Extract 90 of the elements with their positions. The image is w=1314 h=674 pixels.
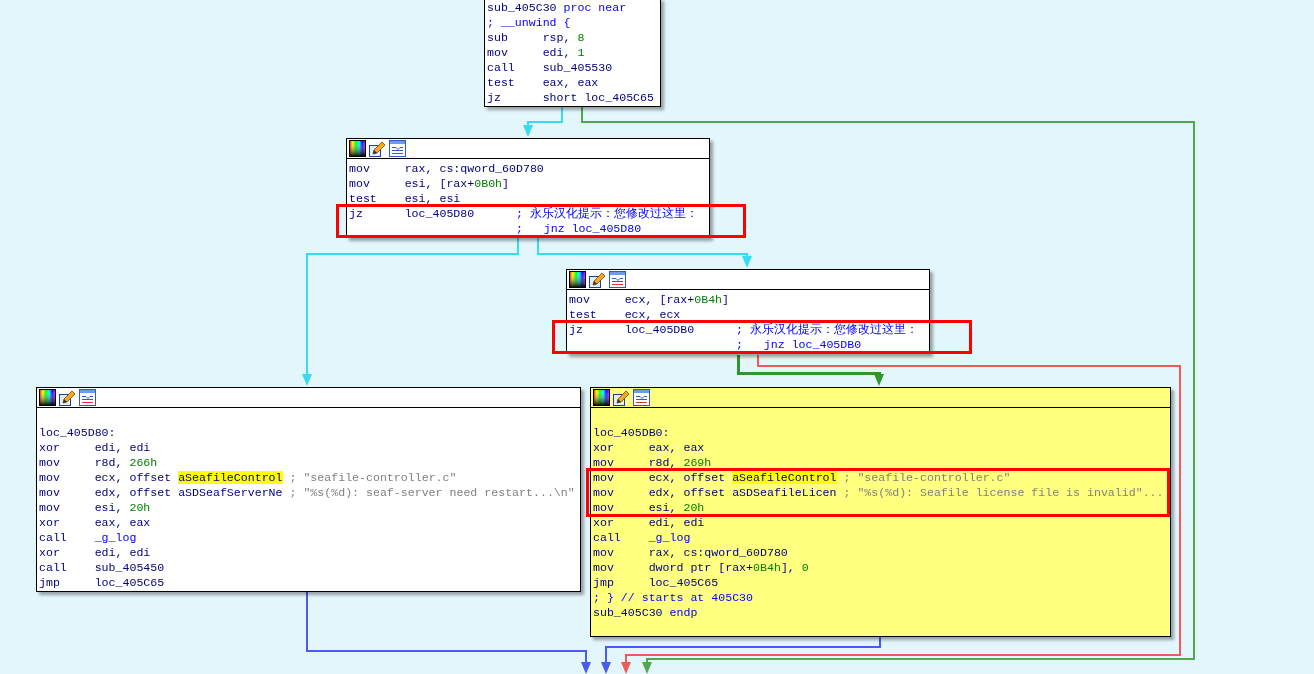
instruction-operands: eax, eax bbox=[542, 76, 599, 89]
color-gradient-icon[interactable] bbox=[593, 389, 610, 406]
color-gradient-icon[interactable] bbox=[569, 271, 586, 288]
instruction-mnemonic: mov bbox=[593, 486, 614, 499]
code-comment: ; jnz loc_405D80 bbox=[515, 221, 642, 236]
instruction-mnemonic: test bbox=[349, 192, 377, 205]
instruction-operands: edi, edi bbox=[648, 516, 705, 529]
instruction-mnemonic: jz bbox=[569, 323, 583, 336]
instruction-operands: loc_405C65 bbox=[94, 576, 165, 589]
instruction-mnemonic: call bbox=[39, 531, 67, 544]
instruction-operands: sub_405450 bbox=[94, 561, 165, 574]
instruction-operands: edx, offset aSDSeafileLicen bbox=[648, 486, 837, 499]
instruction-operands: rax, cs:qword_60D780 bbox=[648, 546, 788, 559]
instruction-operands: r8d, 266h bbox=[94, 456, 158, 469]
instruction-mnemonic: mov bbox=[569, 293, 590, 306]
instruction-mnemonic: mov bbox=[593, 471, 614, 484]
chart-window-icon[interactable] bbox=[79, 389, 96, 406]
code-comment: ; "seafile-controller.c" bbox=[289, 470, 457, 485]
instruction-mnemonic: xor bbox=[593, 516, 614, 529]
instruction-mnemonic: mov bbox=[39, 471, 60, 484]
instruction-mnemonic: mov bbox=[593, 456, 614, 469]
code-line: ; } // starts at 405C30 bbox=[593, 590, 754, 605]
instruction-mnemonic: mov bbox=[39, 486, 60, 499]
color-gradient-icon[interactable] bbox=[39, 389, 56, 406]
instruction-mnemonic: mov bbox=[39, 456, 60, 469]
chart-window-icon[interactable] bbox=[633, 389, 650, 406]
instruction-operands: r8d, 269h bbox=[648, 456, 712, 469]
instruction-operands: esi, 20h bbox=[94, 501, 151, 514]
instruction-mnemonic: xor bbox=[39, 441, 60, 454]
pencil-icon[interactable] bbox=[369, 140, 386, 157]
instruction-operands: eax, eax bbox=[648, 441, 705, 454]
instruction-mnemonic: jz bbox=[349, 207, 363, 220]
instruction-operands: ecx, offset aSeafileControl bbox=[94, 471, 283, 484]
instruction-mnemonic: jmp bbox=[593, 576, 614, 589]
instruction-operands: eax, eax bbox=[94, 516, 151, 529]
chart-window-icon[interactable] bbox=[389, 140, 406, 157]
instruction-mnemonic: mov bbox=[487, 46, 508, 59]
instruction-operands: loc_405D80 bbox=[404, 207, 475, 220]
instruction-operands: ecx, ecx bbox=[624, 308, 681, 321]
instruction-operands: esi, esi bbox=[404, 192, 461, 205]
instruction-mnemonic: call bbox=[593, 531, 621, 544]
instruction-operands: dword ptr [rax+0B4h], 0 bbox=[648, 561, 809, 574]
chart-window-icon[interactable] bbox=[609, 271, 626, 288]
color-gradient-icon[interactable] bbox=[349, 140, 366, 157]
instruction-mnemonic: mov bbox=[593, 546, 614, 559]
pencil-icon[interactable] bbox=[59, 389, 76, 406]
instruction-operands: esi, 20h bbox=[648, 501, 705, 514]
instruction-mnemonic: mov bbox=[349, 162, 370, 175]
code-comment: ; 永乐汉化提示：您修改过这里： bbox=[735, 322, 918, 337]
instruction-operands: rsp, 8 bbox=[542, 31, 585, 44]
instruction-mnemonic: jz bbox=[487, 91, 501, 104]
code-comment: ; 永乐汉化提示：您修改过这里： bbox=[515, 206, 698, 221]
instruction-operands: ecx, offset aSeafileControl bbox=[648, 471, 837, 484]
code-comment: ; jnz loc_405DB0 bbox=[735, 337, 862, 352]
instruction-mnemonic: test bbox=[487, 76, 515, 89]
instruction-mnemonic: call bbox=[487, 61, 515, 74]
code-comment: ; "%s(%d): Seafile license file is invalid"... bbox=[843, 485, 1164, 500]
instruction-operands: _g_log bbox=[94, 531, 137, 544]
instruction-operands: edi, edi bbox=[94, 441, 151, 454]
instruction-operands: rax, cs:qword_60D780 bbox=[404, 162, 544, 175]
instruction-operands: edx, offset aSDSeafServerNe bbox=[94, 486, 283, 499]
instruction-operands: short loc_405C65 bbox=[542, 91, 654, 104]
instruction-operands: loc_405C65 bbox=[648, 576, 719, 589]
instruction-operands: sub_405530 bbox=[542, 61, 613, 74]
instruction-operands: esi, [rax+0B0h] bbox=[404, 177, 510, 190]
instruction-mnemonic: sub bbox=[487, 31, 508, 44]
instruction-mnemonic: jmp bbox=[39, 576, 60, 589]
instruction-mnemonic: xor bbox=[39, 516, 60, 529]
code-line: loc_405D80: bbox=[39, 425, 116, 440]
pencil-icon[interactable] bbox=[613, 389, 630, 406]
instruction-operands: loc_405DB0 bbox=[624, 323, 695, 336]
instruction-mnemonic: xor bbox=[593, 441, 614, 454]
instruction-operands: ecx, [rax+0B4h] bbox=[624, 293, 730, 306]
pencil-icon[interactable] bbox=[589, 271, 606, 288]
code-line: sub_405C30 endp bbox=[593, 605, 698, 620]
code-line: ; __unwind { bbox=[487, 15, 571, 30]
instruction-operands: _g_log bbox=[648, 531, 691, 544]
instruction-mnemonic: mov bbox=[349, 177, 370, 190]
instruction-mnemonic: xor bbox=[39, 546, 60, 559]
instruction-operands: edi, edi bbox=[94, 546, 151, 559]
instruction-mnemonic: mov bbox=[593, 561, 614, 574]
instruction-mnemonic: mov bbox=[593, 501, 614, 514]
instruction-mnemonic: test bbox=[569, 308, 597, 321]
instruction-mnemonic: call bbox=[39, 561, 67, 574]
code-comment: ; "seafile-controller.c" bbox=[843, 470, 1011, 485]
code-line: loc_405DB0: bbox=[593, 425, 670, 440]
code-line: sub_405C30 proc near bbox=[487, 0, 627, 15]
instruction-operands: edi, 1 bbox=[542, 46, 585, 59]
code-comment: ; "%s(%d): seaf-server need restart...\n" bbox=[289, 485, 575, 500]
instruction-mnemonic: mov bbox=[39, 501, 60, 514]
